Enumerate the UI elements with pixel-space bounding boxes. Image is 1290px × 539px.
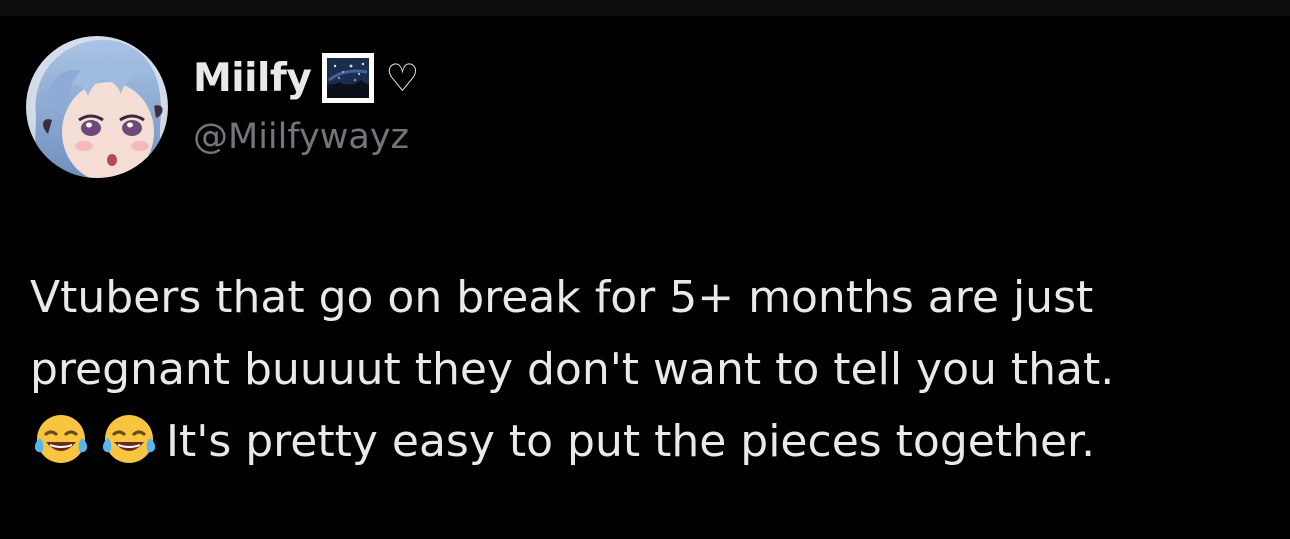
night-sky-icon [321,52,375,104]
display-name[interactable]: Miilfy [193,56,312,101]
avatar[interactable] [26,36,168,178]
author-name-row: Miilfy ♡ [193,53,419,103]
tweet-text-line: pregnant buuuut they don't want to tell … [30,344,1115,395]
tweet-text-line: It's pretty easy to put the pieces toget… [30,406,1260,478]
tweet: Miilfy ♡ @Miilfywayz Vtubers that go on … [0,16,1290,539]
author-handle[interactable]: @Miilfywayz [193,117,409,157]
tweet-text: Vtubers that go on break for 5+ months a… [30,262,1260,478]
avatar-image [26,36,168,178]
tweet-text-line: Vtubers that go on break for 5+ months a… [30,272,1094,323]
tears-of-joy-icon [30,408,92,470]
heart-icon: ♡ [385,56,420,100]
tears-of-joy-icon [98,408,160,470]
tweet-text-line-3: It's pretty easy to put the pieces toget… [166,416,1096,467]
top-strip [0,0,1290,16]
